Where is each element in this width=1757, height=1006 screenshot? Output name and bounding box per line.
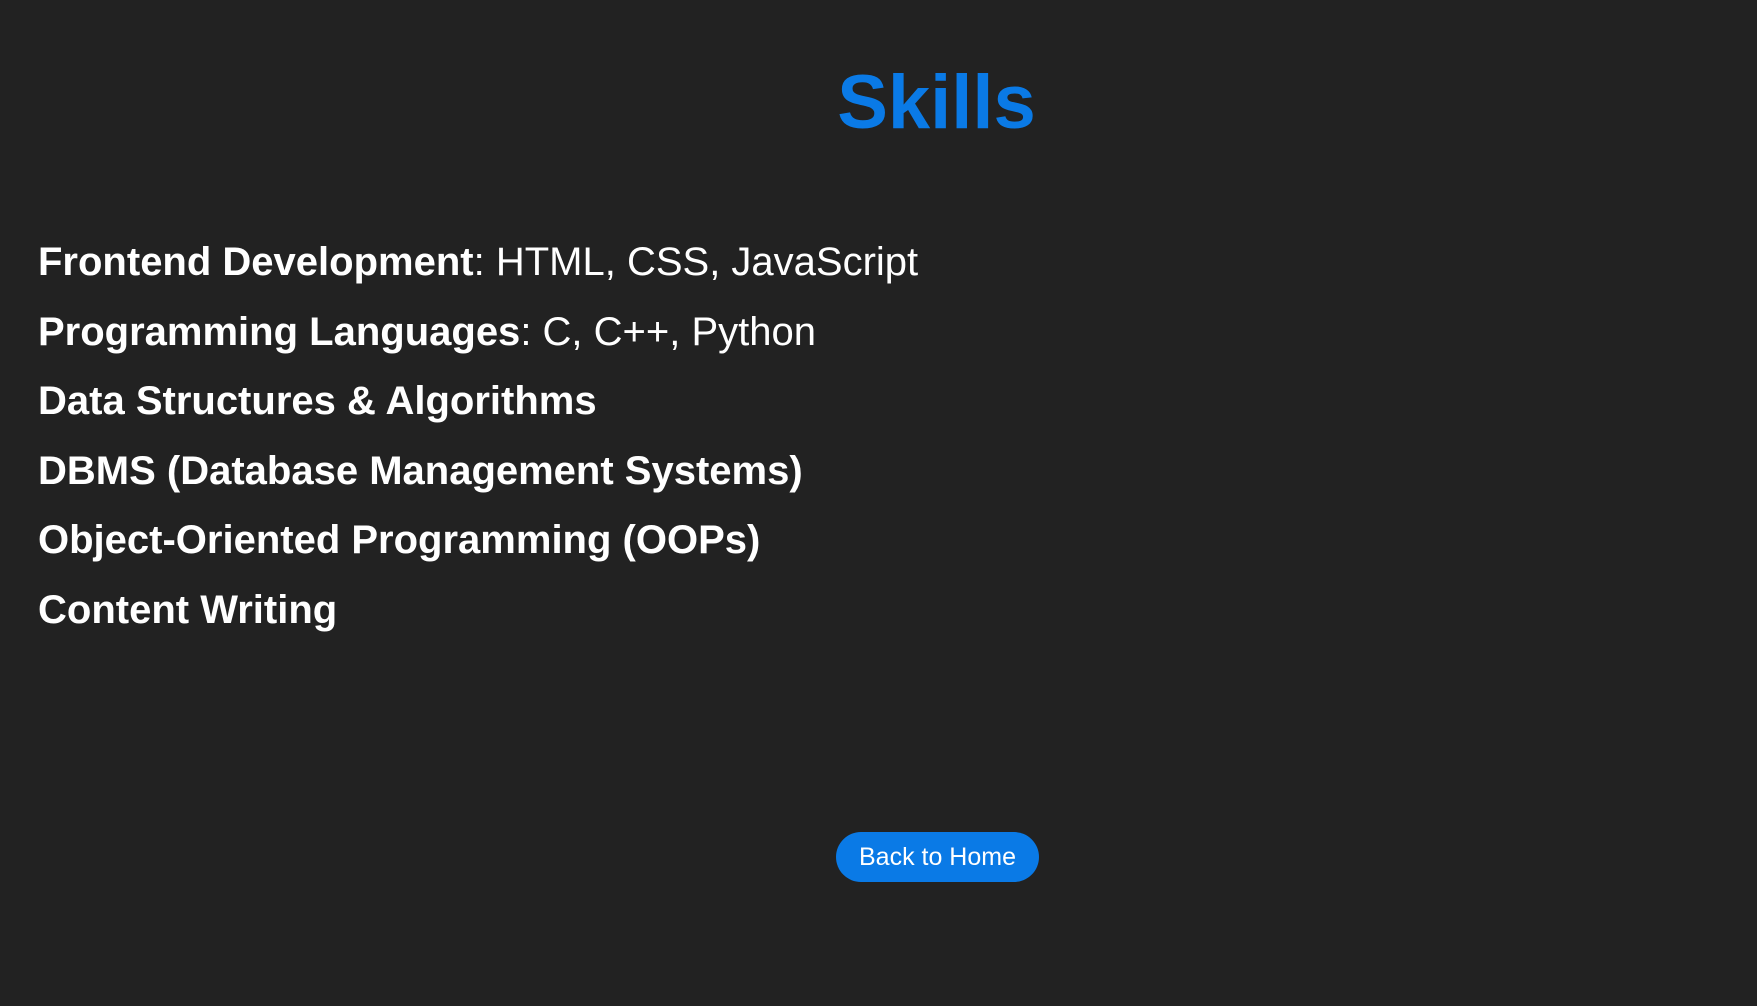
page-title: Skills (837, 60, 1036, 145)
skill-separator: : (473, 240, 496, 284)
skill-name: Data Structures & Algorithms (38, 379, 597, 423)
skill-item-frontend: Frontend Development: HTML, CSS, JavaScr… (38, 228, 918, 298)
skill-name: Object-Oriented Programming (OOPs) (38, 518, 761, 562)
skill-detail: C, C++, Python (542, 309, 817, 354)
skill-item-dbms: DBMS (Database Management Systems) (38, 437, 918, 507)
skill-item-dsa: Data Structures & Algorithms (38, 367, 918, 437)
skill-item-oops: Object-Oriented Programming (OOPs) (38, 506, 918, 576)
skills-list: Frontend Development: HTML, CSS, JavaScr… (38, 228, 918, 645)
skill-detail: HTML, CSS, JavaScript (495, 240, 919, 284)
skill-name: DBMS (Database Management Systems) (38, 448, 803, 493)
skill-name: Programming Languages (38, 309, 521, 354)
skill-name: Frontend Development (38, 240, 474, 284)
back-to-home-button[interactable]: Back to Home (836, 832, 1039, 882)
skill-name: Content Writing (38, 587, 338, 632)
skill-item-content-writing: Content Writing (38, 576, 918, 646)
skill-item-programming-languages: Programming Languages: C, C++, Python (38, 298, 918, 368)
skill-separator: : (520, 309, 543, 354)
